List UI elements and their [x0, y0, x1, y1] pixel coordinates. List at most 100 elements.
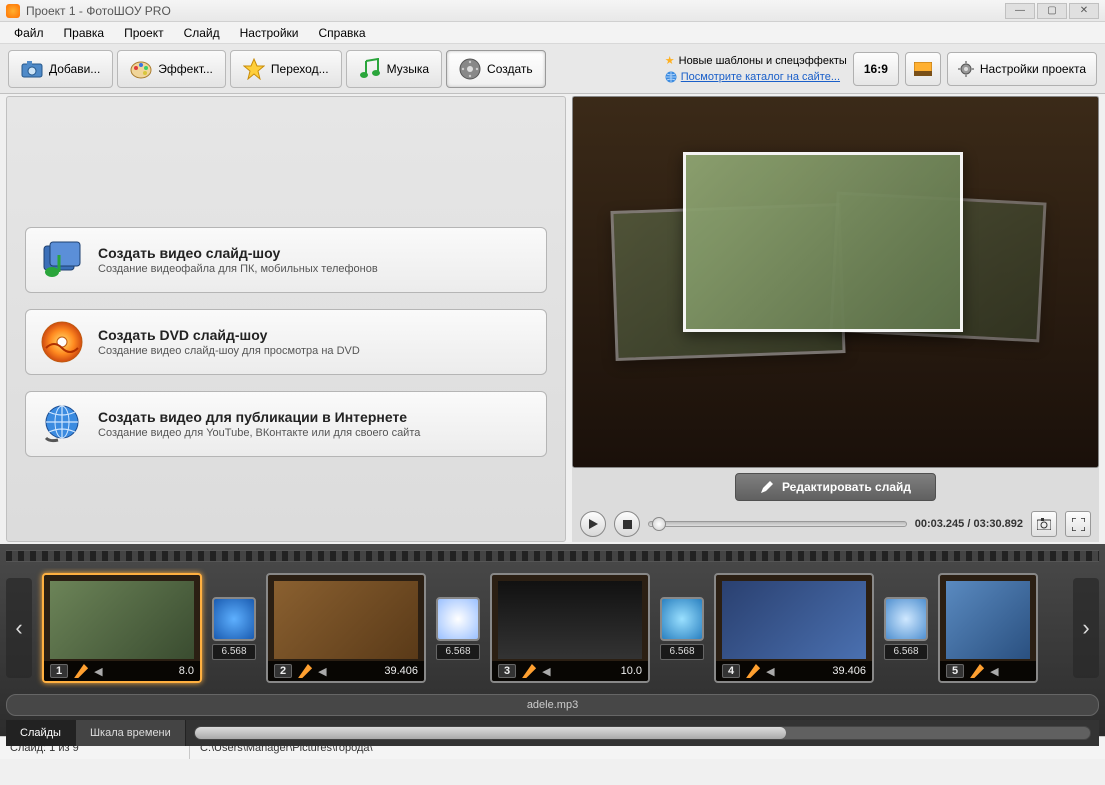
timeline-area: ‹ 1 ◀ 8.0 6.568 2 ◀ 39.406 [0, 544, 1105, 736]
menu-edit[interactable]: Правка [54, 24, 115, 42]
dropdown-icon[interactable]: ◀ [990, 665, 998, 678]
menubar: Файл Правка Проект Слайд Настройки Справ… [0, 22, 1105, 44]
edit-icon[interactable] [522, 664, 536, 678]
notice-box: ★ Новые шаблоны и спецэффекты Посмотрите… [665, 53, 847, 85]
timecode: 00:03.245 / 03:30.892 [915, 518, 1023, 530]
aspect-ratio-button[interactable]: 16:9 [853, 52, 899, 86]
toolbar: Добави... Эффект... Переход... Музыка Со… [0, 44, 1105, 94]
slide-thumb-3[interactable]: 3 ◀ 10.0 [490, 573, 650, 683]
minimize-button[interactable]: — [1005, 3, 1035, 19]
music-icon [359, 58, 381, 80]
slide-image [50, 581, 194, 659]
edit-slide-label: Редактировать слайд [782, 480, 911, 494]
transition-duration[interactable]: 6.568 [884, 644, 928, 660]
transition-thumb[interactable] [660, 597, 704, 641]
create-dvd-option[interactable]: Создать DVD слайд-шоу Создание видео сла… [25, 309, 547, 375]
tab-add[interactable]: Добави... [8, 50, 113, 88]
slide-number: 2 [274, 664, 292, 678]
star-icon [243, 58, 265, 80]
preview-layer [683, 152, 963, 332]
dropdown-icon[interactable]: ◀ [318, 665, 326, 678]
progress-handle[interactable] [652, 517, 666, 531]
tab-create-label: Создать [487, 62, 533, 76]
view-tab-timeline[interactable]: Шкала времени [76, 720, 186, 746]
dropdown-icon[interactable]: ◀ [542, 665, 550, 678]
timeline-scrollbar[interactable] [194, 726, 1091, 740]
audio-track[interactable]: adele.mp3 [6, 694, 1099, 716]
edit-icon[interactable] [970, 664, 984, 678]
transition-thumb[interactable] [884, 597, 928, 641]
display-icon [914, 62, 932, 76]
menu-slide[interactable]: Слайд [174, 24, 230, 42]
transition-thumb[interactable] [212, 597, 256, 641]
transition-duration[interactable]: 6.568 [660, 644, 704, 660]
menu-file[interactable]: Файл [4, 24, 54, 42]
notice-line1: Новые шаблоны и спецэффекты [679, 55, 847, 67]
fullscreen-button[interactable] [1065, 511, 1091, 537]
slide-duration: 10.0 [621, 665, 642, 677]
create-web-option[interactable]: Создать видео для публикации в Интернете… [25, 391, 547, 457]
display-mode-button[interactable] [905, 52, 941, 86]
edit-slide-button[interactable]: Редактировать слайд [735, 473, 936, 501]
create-web-desc: Создание видео для YouTube, ВКонтакте ил… [98, 427, 420, 439]
video-icon [40, 238, 84, 282]
dropdown-icon[interactable]: ◀ [94, 665, 102, 678]
slide-number: 3 [498, 664, 516, 678]
transition-thumb[interactable] [436, 597, 480, 641]
preview-window [572, 96, 1099, 468]
camera-icon [21, 58, 43, 80]
slide-image [274, 581, 418, 659]
slide-number: 5 [946, 664, 964, 678]
tab-effects[interactable]: Эффект... [117, 50, 226, 88]
gear-icon [958, 61, 974, 77]
catalog-link[interactable]: Посмотрите каталог на сайте... [681, 71, 840, 83]
slide-thumb-5[interactable]: 5 ◀ [938, 573, 1038, 683]
slide-thumb-1[interactable]: 1 ◀ 8.0 [42, 573, 202, 683]
progress-bar[interactable] [648, 521, 907, 527]
menu-settings[interactable]: Настройки [230, 24, 309, 42]
window-title: Проект 1 - ФотоШОУ PRO [26, 4, 171, 18]
tab-effects-label: Эффект... [158, 62, 213, 76]
menu-project[interactable]: Проект [114, 24, 174, 42]
view-tab-slides[interactable]: Слайды [6, 720, 76, 746]
edit-icon[interactable] [74, 664, 88, 678]
project-settings-button[interactable]: Настройки проекта [947, 52, 1097, 86]
star-small-icon: ★ [665, 54, 675, 67]
play-button[interactable] [580, 511, 606, 537]
transition-1: 6.568 [212, 597, 256, 660]
preview-panel: Редактировать слайд 00:03.245 / 03:30.89… [572, 96, 1099, 542]
dropdown-icon[interactable]: ◀ [766, 665, 774, 678]
timeline-prev-button[interactable]: ‹ [6, 578, 32, 678]
timeline-next-button[interactable]: › [1073, 578, 1099, 678]
tab-music[interactable]: Музыка [346, 50, 442, 88]
create-dvd-title: Создать DVD слайд-шоу [98, 327, 360, 343]
slide-thumb-4[interactable]: 4 ◀ 39.406 [714, 573, 874, 683]
close-button[interactable]: ✕ [1069, 3, 1099, 19]
create-video-option[interactable]: Создать видео слайд-шоу Создание видеофа… [25, 227, 547, 293]
slide-image [498, 581, 642, 659]
transition-duration[interactable]: 6.568 [436, 644, 480, 660]
create-web-title: Создать видео для публикации в Интернете [98, 409, 420, 425]
slide-duration: 8.0 [179, 665, 194, 677]
scrollbar-handle[interactable] [195, 727, 786, 739]
menu-help[interactable]: Справка [308, 24, 375, 42]
edit-icon[interactable] [298, 664, 312, 678]
transition-4: 6.568 [884, 597, 928, 660]
create-dvd-desc: Создание видео слайд-шоу для просмотра н… [98, 345, 360, 357]
slide-thumb-2[interactable]: 2 ◀ 39.406 [266, 573, 426, 683]
project-settings-label: Настройки проекта [980, 62, 1086, 76]
snapshot-button[interactable] [1031, 511, 1057, 537]
film-strip [6, 550, 1099, 562]
palette-icon [130, 58, 152, 80]
stop-button[interactable] [614, 511, 640, 537]
globe-small-icon [665, 71, 677, 83]
edit-icon[interactable] [746, 664, 760, 678]
transition-2: 6.568 [436, 597, 480, 660]
tab-transitions[interactable]: Переход... [230, 50, 342, 88]
titlebar: Проект 1 - ФотоШОУ PRO — ▢ ✕ [0, 0, 1105, 22]
tab-create[interactable]: Создать [446, 50, 546, 88]
transition-duration[interactable]: 6.568 [212, 644, 256, 660]
tab-transitions-label: Переход... [271, 62, 329, 76]
playback-bar: 00:03.245 / 03:30.892 [572, 506, 1099, 542]
maximize-button[interactable]: ▢ [1037, 3, 1067, 19]
